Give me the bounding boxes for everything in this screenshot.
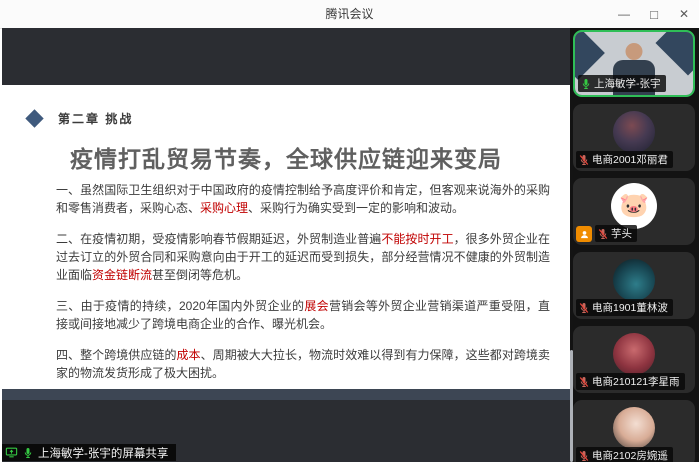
mic-muted-icon — [598, 228, 608, 239]
banner-mic-slot — [22, 447, 34, 459]
maximize-button[interactable]: □ — [639, 0, 669, 28]
screen-share-icon — [5, 447, 18, 458]
mic-muted-icon — [579, 376, 589, 387]
body-text: 二、在疫情初期，受疫情影响春节假期延迟，外贸制造业普遍 — [56, 232, 382, 246]
diamond-bullet-icon — [25, 109, 44, 128]
participant-name: 电商210121李星雨 — [592, 376, 680, 388]
slide-footer-band — [2, 389, 570, 400]
participant-tile[interactable]: 电商2102房婉遥 — [573, 400, 695, 462]
highlighted-text: 不能按时开工 — [381, 232, 454, 246]
highlighted-text: 成本 — [176, 348, 201, 362]
close-button[interactable]: ✕ — [669, 0, 699, 28]
presentation-slide: 第二章 挑战 疫情打乱贸易节奏，全球供应链迎来变局 一、虽然国际卫生组织对于中国… — [2, 85, 570, 389]
participant-nameplate: 电商210121李星雨 — [576, 373, 685, 390]
mic-on-icon — [24, 447, 32, 458]
meeting-content: 第二章 挑战 疫情打乱贸易节奏，全球供应链迎来变局 一、虽然国际卫生组织对于中国… — [2, 28, 699, 462]
participants-panel: 上海敏学-张宇 电商2001邓丽君 🐷 芋头电商1901董林波 电商210121李星雨电… — [570, 28, 699, 462]
slide-paragraph: 二、在疫情初期，受疫情影响春节假期延迟，外贸制造业普遍不能按时开工，很多外贸企业… — [56, 230, 550, 284]
participant-tile[interactable]: 电商1901董林波 — [573, 252, 695, 319]
slide-paragraph: 三、由于疫情的持续，2020年国内外贸企业的展会营销会等外贸企业营销渠道严重受阻… — [56, 297, 550, 333]
slide-diamond-decoration — [655, 32, 693, 76]
member-badge-icon — [576, 226, 592, 242]
participant-nameplate: 电商2102房婉遥 — [576, 447, 673, 462]
highlighted-text: 展会 — [304, 299, 329, 313]
pig-avatar: 🐷 — [611, 183, 657, 229]
screen-share-text: 上海敏学-张宇的屏幕共享 — [38, 447, 169, 460]
slide-title: 疫情打乱贸易节奏，全球供应链迎来变局 — [70, 146, 502, 172]
participant-nameplate: 芋头 — [595, 225, 637, 242]
participant-list: 上海敏学-张宇 电商2001邓丽君 🐷 芋头电商1901董林波 电商210121李星雨电… — [570, 28, 699, 462]
participant-tile[interactable]: 电商210121李星雨 — [573, 326, 695, 393]
body-text: 四、整个跨境供应链的 — [56, 348, 177, 362]
slide-section-header: 第二章 挑战 — [25, 109, 134, 128]
body-text: 三、由于疫情的持续，2020年国内外贸企业的 — [56, 299, 305, 313]
screen-share-banner: 上海敏学-张宇的屏幕共享 — [2, 444, 177, 461]
participant-nameplate: 上海敏学-张宇 — [578, 75, 666, 92]
mic-muted-icon — [579, 450, 589, 461]
speaker-head — [625, 43, 643, 60]
participant-tile[interactable]: 🐷 芋头 — [573, 178, 695, 245]
mic-on-icon — [582, 78, 590, 89]
highlighted-text: 资金链断流 — [92, 268, 153, 282]
participant-nameplate: 电商2001邓丽君 — [576, 151, 673, 168]
body-text: 、采购行为确实受到一定的影响和波动。 — [248, 201, 465, 215]
participant-name: 芋头 — [611, 228, 632, 240]
photo-dark-avatar — [613, 111, 655, 153]
window-title: 腾讯会议 — [325, 7, 374, 21]
car-avatar — [613, 259, 655, 301]
title-bar: 腾讯会议 — □ ✕ — [0, 0, 699, 29]
minimize-button[interactable]: — — [609, 0, 639, 28]
body-text: 甚至倒闭等危机。 — [152, 268, 249, 282]
slide-diamond-decoration — [575, 32, 605, 80]
participants-scrollbar[interactable] — [570, 350, 573, 462]
mic-muted-icon — [579, 302, 589, 313]
mic-muted-icon — [579, 154, 589, 165]
participant-tile[interactable]: 上海敏学-张宇 — [573, 30, 695, 97]
slide-paragraph: 四、整个跨境供应链的成本、周期被大大拉长，物流时效难以得到有力保障，这些都对跨境… — [56, 346, 550, 382]
participant-nameplate: 电商1901董林波 — [576, 299, 673, 316]
window-controls: — □ ✕ — [609, 0, 699, 28]
participant-name: 电商2001邓丽君 — [592, 154, 668, 166]
section-label: 第二章 挑战 — [58, 112, 134, 126]
participant-name: 电商2102房婉遥 — [592, 450, 668, 462]
participant-tile[interactable]: 电商2001邓丽君 — [573, 104, 695, 171]
anime-avatar — [613, 333, 655, 375]
shared-screen: 第二章 挑战 疫情打乱贸易节奏，全球供应链迎来变局 一、虽然国际卫生组织对于中国… — [2, 28, 570, 462]
participant-name: 电商1901董林波 — [592, 302, 668, 314]
photo-light-avatar — [613, 407, 655, 449]
slide-paragraph: 一、虽然国际卫生组织对于中国政府的疫情控制给予高度评价和肯定，但客观来说海外的采… — [56, 181, 550, 217]
highlighted-text: 采购心理 — [200, 201, 249, 215]
slide-body: 一、虽然国际卫生组织对于中国政府的疫情控制给予高度评价和肯定，但客观来说海外的采… — [56, 181, 550, 395]
participant-name: 上海敏学-张宇 — [594, 78, 661, 90]
